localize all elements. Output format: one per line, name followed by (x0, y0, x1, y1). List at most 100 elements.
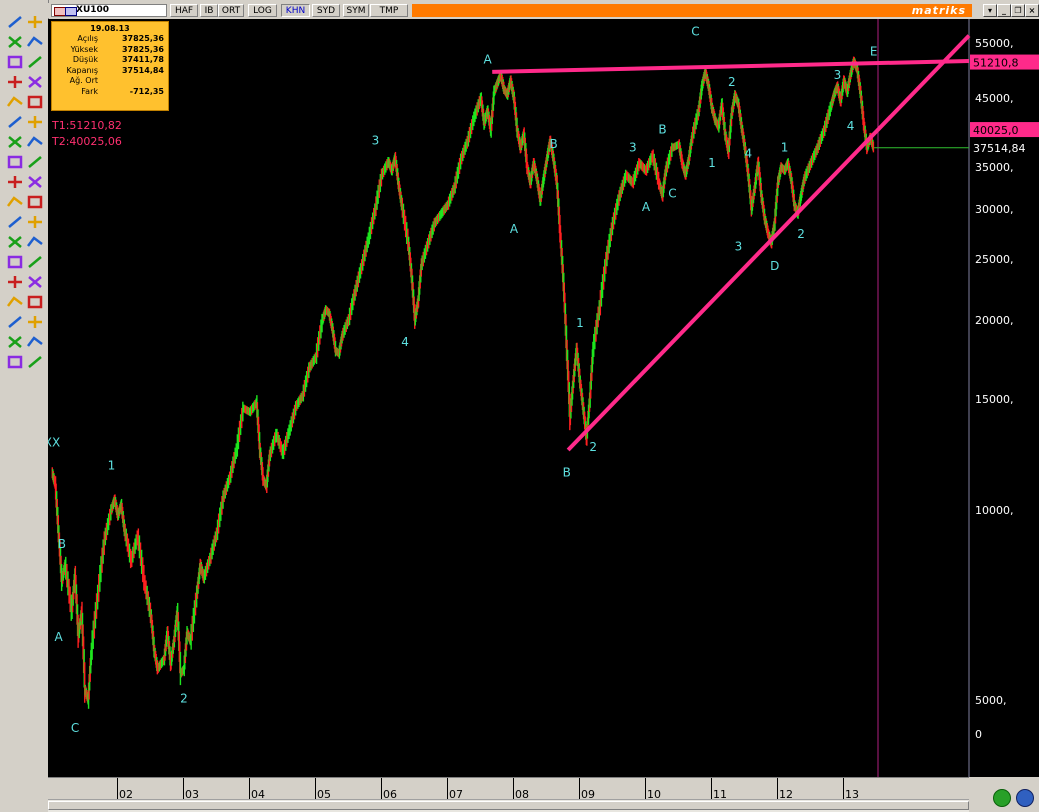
zoom-in-icon[interactable] (6, 234, 24, 250)
chart-settings-icon[interactable] (65, 7, 77, 16)
scroll-up-icon[interactable] (6, 294, 24, 310)
flag-icon[interactable] (26, 334, 44, 350)
tab-log[interactable]: LOG (248, 4, 277, 17)
trend-icon[interactable] (6, 114, 24, 130)
price-flag-last: 37514,84 (973, 142, 1026, 155)
ohlc-info-box: 19.08.13 Açılış 37825,36 Yüksek 37825,36… (51, 21, 169, 111)
scroll-left-icon[interactable] (6, 274, 24, 290)
wave-label: C (691, 25, 699, 39)
gann-icon[interactable] (6, 134, 24, 150)
info-value: -712,35 (129, 86, 164, 96)
trendline-t1-label: T1:51210,82 (52, 119, 122, 132)
arrow-right-icon[interactable] (26, 54, 44, 70)
zoom-icon[interactable] (1016, 789, 1034, 807)
price-chart-canvas[interactable]: 55000,45000,40000,35000,30000,25000,2000… (48, 19, 1039, 777)
wave-label: 4 (847, 119, 855, 133)
line-icon[interactable] (26, 34, 44, 50)
x-tick-mark (249, 778, 250, 800)
arrow-left-icon[interactable] (6, 54, 24, 70)
y-tick-label: 15000, (975, 393, 1014, 406)
wave-label: A (54, 630, 63, 644)
cycle-icon[interactable] (26, 134, 44, 150)
magnify-icon[interactable] (6, 314, 24, 330)
horizontal-scrollbar[interactable] (48, 799, 969, 812)
cursor-icon[interactable] (6, 14, 24, 30)
info-label: Yüksek (70, 44, 98, 54)
wave-label: 1 (781, 141, 789, 155)
wave-label: C (668, 186, 676, 200)
close-button[interactable]: × (1025, 4, 1039, 17)
wave-label: B (563, 466, 571, 480)
square-icon[interactable] (26, 194, 44, 210)
hline-icon[interactable] (6, 74, 24, 90)
refresh-icon[interactable] (993, 789, 1011, 807)
y-tick-label: 0 (975, 728, 982, 741)
wave-label: C (71, 721, 79, 735)
speedline-icon[interactable] (26, 174, 44, 190)
wave-label: 2 (728, 75, 736, 89)
info-label: Düşük (72, 55, 98, 64)
tab-tmp[interactable]: TMP (370, 4, 408, 17)
dropdown-button[interactable]: ▾ (983, 4, 997, 17)
brand-logo: matriks (911, 4, 966, 17)
tab-khn[interactable]: KHN (281, 4, 310, 17)
print-icon[interactable] (26, 354, 44, 370)
wave-label: B (58, 537, 66, 551)
tab-syd[interactable]: SYD (312, 4, 340, 17)
chart-window-header: XU100 HAF IB ORT LOG KHN SYD SYM TMP mat… (48, 3, 1039, 18)
x-tick-mark (117, 778, 118, 800)
arc-icon[interactable] (26, 214, 44, 230)
minimize-button[interactable]: _ (997, 4, 1011, 17)
y-tick-label: 30000, (975, 203, 1014, 216)
scrollbar-thumb[interactable] (48, 801, 969, 810)
pen-icon[interactable] (6, 34, 24, 50)
tab-ib[interactable]: IB (200, 4, 218, 17)
zoom-out-icon[interactable] (26, 234, 44, 250)
text-icon[interactable] (26, 114, 44, 130)
bell-icon[interactable] (6, 214, 24, 230)
restore-button[interactable]: ❐ (1011, 4, 1025, 17)
info-date: 19.08.13 (90, 24, 130, 33)
wave-label: 4 (744, 147, 752, 161)
info-value: 37514,84 (121, 65, 164, 75)
delete-icon[interactable] (6, 354, 24, 370)
price-chart[interactable]: 55000,45000,40000,35000,30000,25000,2000… (48, 19, 1039, 777)
y-tick-label: 35000, (975, 161, 1014, 174)
tab-sym[interactable]: SYM (343, 4, 369, 17)
wave-label: 3 (629, 141, 637, 155)
scroll-down-icon[interactable] (26, 294, 44, 310)
info-row-low: Düşük 37411,78 (52, 55, 168, 66)
pitchfork-icon[interactable] (6, 154, 24, 170)
lower-trendline (566, 34, 971, 452)
y-tick-label: 55000, (975, 37, 1014, 50)
x-tick-mark (447, 778, 448, 800)
fibonacci-icon[interactable] (26, 94, 44, 110)
wave-label: A (510, 222, 519, 236)
chart-icon[interactable] (6, 334, 24, 350)
wave-label: 3 (735, 239, 743, 253)
wave-icon[interactable] (26, 154, 44, 170)
y-tick-label: 45000, (975, 92, 1014, 105)
expand-icon[interactable] (26, 254, 44, 270)
scroll-right-icon[interactable] (26, 274, 44, 290)
wave-label: B (658, 123, 666, 137)
wave-label: 4 (401, 335, 409, 349)
tab-haf[interactable]: HAF (170, 4, 198, 17)
y-tick-label: 20000, (975, 314, 1014, 327)
wave-label: 3 (834, 68, 842, 82)
vline-icon[interactable] (26, 74, 44, 90)
info-row-high: Yüksek 37825,36 (52, 45, 168, 56)
circle-icon[interactable] (6, 194, 24, 210)
erase-icon[interactable] (26, 314, 44, 330)
trendline-t2-label: T2:40025,06 (52, 135, 122, 148)
symbol-selector[interactable]: XU100 (51, 4, 167, 17)
regression-icon[interactable] (6, 174, 24, 190)
crosshair-icon[interactable] (26, 14, 44, 30)
drawing-tools-palette (0, 0, 49, 812)
channel-icon[interactable] (6, 94, 24, 110)
move-icon[interactable] (6, 254, 24, 270)
tab-ort[interactable]: ORT (218, 4, 244, 17)
y-tick-label: 10000, (975, 504, 1014, 517)
x-tick-mark (777, 778, 778, 800)
upper-trendline (492, 59, 970, 74)
